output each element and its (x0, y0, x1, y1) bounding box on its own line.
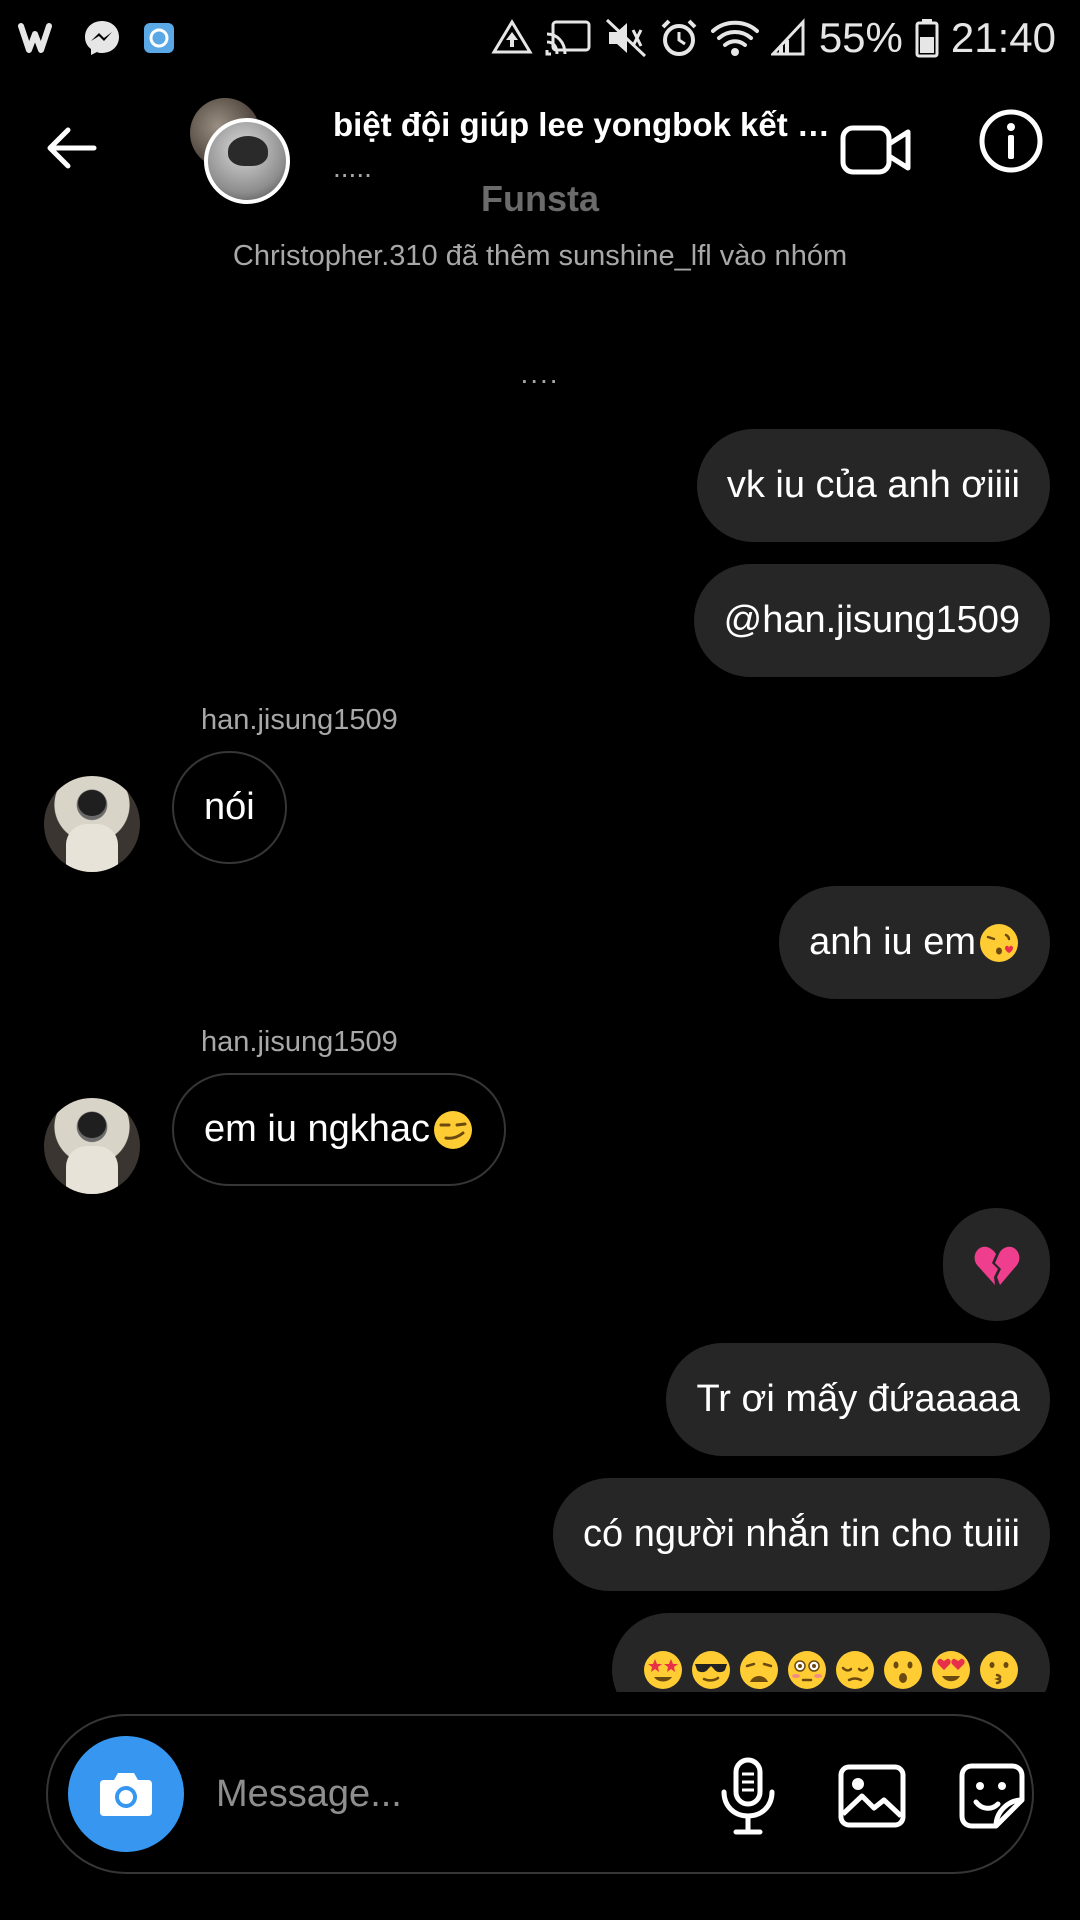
arrow-left-icon (47, 127, 97, 169)
wifi-icon (710, 18, 759, 58)
message-composer (46, 1714, 1034, 1874)
sender-avatar[interactable] (44, 1098, 140, 1194)
sent-emoji-message[interactable] (612, 1613, 1050, 1692)
chat-screen: 55% 21:40 biệt đội giúp lee yongbok kết … (0, 0, 1080, 1920)
clock: 21:40 (950, 14, 1056, 61)
system-message: Christopher.310 đã thêm sunshine_lfl vào… (232, 240, 848, 272)
sent-message[interactable]: @han.jisung1509 (693, 564, 1050, 677)
mute-icon (605, 18, 647, 58)
sender-name: han.jisung1509 (201, 1026, 398, 1058)
alarm-icon (659, 18, 699, 58)
video-call-button[interactable] (840, 114, 912, 186)
voice-message-button[interactable] (706, 1754, 790, 1838)
message-text: nói (204, 786, 255, 828)
microphone-icon (721, 1757, 775, 1835)
emoji-row (642, 1649, 1020, 1691)
camera-button[interactable] (68, 1736, 184, 1852)
sender-avatar[interactable] (44, 776, 140, 872)
dots-message: .... (520, 358, 560, 389)
video-call-icon (840, 125, 911, 175)
funsta-label: Funsta (480, 178, 599, 219)
info-button[interactable] (978, 108, 1044, 174)
back-button[interactable] (42, 118, 102, 178)
gallery-button[interactable] (830, 1754, 914, 1838)
sunglasses-emoji-icon (692, 1650, 730, 1689)
received-message[interactable]: em iu ngkhac (172, 1073, 507, 1186)
heart-eyes-emoji-icon (932, 1650, 970, 1689)
message-clip (0, 1300, 1080, 1692)
signal-icon (770, 18, 807, 58)
sticker-button[interactable] (950, 1754, 1034, 1838)
sender-name: han.jisung1509 (201, 704, 398, 736)
messenger-icon (82, 18, 122, 58)
battery-icon (915, 18, 939, 58)
smirk-emoji-icon (434, 1110, 473, 1149)
weary-emoji-icon (740, 1650, 778, 1689)
message-input[interactable] (216, 1756, 676, 1832)
star-struck-emoji-icon (644, 1650, 682, 1689)
status-bar: 55% 21:40 (0, 0, 1080, 76)
battery-percentage: 55% (818, 14, 903, 61)
gallery-app-icon (142, 21, 176, 55)
gallery-icon (838, 1764, 906, 1828)
message-text: anh iu em (809, 921, 976, 963)
broken-heart-icon (974, 1246, 1019, 1285)
message-text: @han.jisung1509 (723, 599, 1020, 641)
wattpad-icon (18, 20, 62, 56)
data-saver-icon (491, 18, 533, 58)
sticker-icon (959, 1763, 1025, 1829)
cast-icon (545, 18, 593, 58)
info-icon (979, 109, 1043, 173)
pensive-emoji-icon (836, 1650, 874, 1689)
message-text: em iu ngkhac (204, 1108, 431, 1150)
sent-message[interactable]: anh iu em (779, 886, 1050, 999)
astonished-emoji-icon (884, 1650, 922, 1689)
kissing-heart-emoji-icon (980, 923, 1018, 962)
sent-message[interactable]: vk iu của anh ơiiii (696, 429, 1050, 542)
flushed-emoji-icon (788, 1650, 826, 1689)
message-text: vk iu của anh ơiiii (726, 464, 1020, 506)
kissing-emoji-icon (980, 1650, 1018, 1689)
chat-title[interactable]: biệt đội giúp lee yongbok kết … (333, 106, 833, 144)
camera-icon (100, 1773, 152, 1816)
received-message[interactable]: nói (172, 751, 287, 864)
